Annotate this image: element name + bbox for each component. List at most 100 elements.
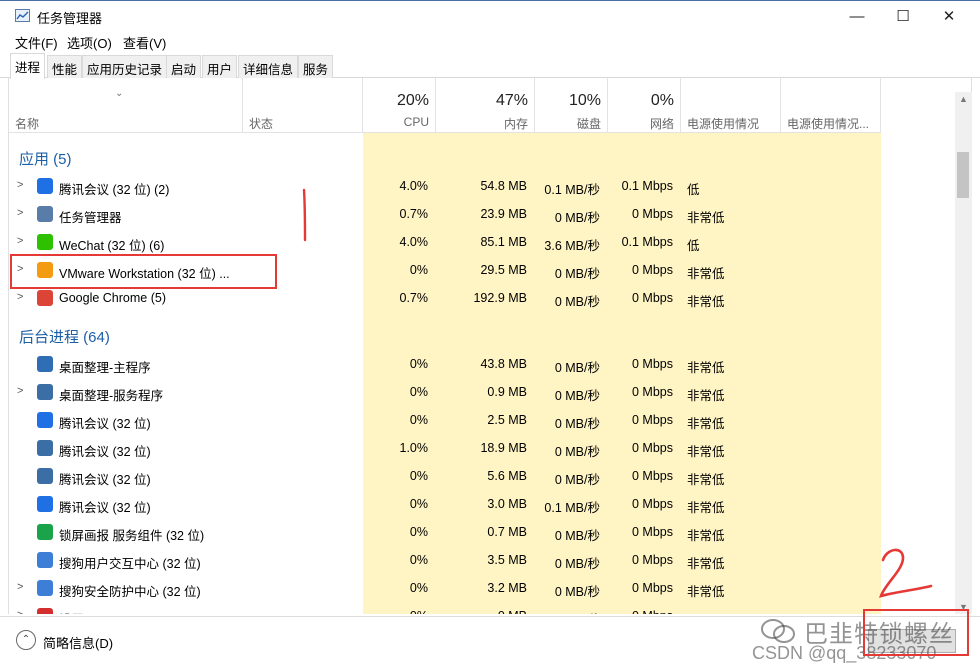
process-name: 搜狗用户交互中心 (32 位) [59, 557, 201, 571]
network-column-header[interactable]: 0% 网络 [608, 78, 681, 133]
network-value: 0 Mbps [632, 609, 673, 614]
process-name: 设置 [59, 609, 84, 614]
process-name: 腾讯会议 (32 位) (2) [59, 183, 170, 197]
power-value: 非常低 [687, 445, 725, 459]
expand-chevron-icon[interactable]: > [17, 179, 23, 191]
expand-chevron-icon[interactable]: > [17, 581, 23, 593]
tab-performance[interactable]: 性能 [47, 55, 83, 78]
memory-total: 47% [495, 92, 528, 109]
process-row[interactable]: > 设置 0% 0 MB 0 MB/秒 0 Mbps [9, 602, 957, 614]
disk-column-header[interactable]: 10% 磁盘 [535, 78, 608, 133]
cpu-value: 0% [409, 497, 428, 511]
tab-details[interactable]: 详细信息 [238, 55, 299, 78]
status-column-header[interactable]: 状态 [243, 78, 363, 133]
minimize-button[interactable]: — [834, 1, 880, 31]
power-trend-header-label: 电源使用情况... [787, 117, 870, 131]
cpu-column-header[interactable]: 20% CPU [363, 78, 436, 133]
tab-processes[interactable]: 进程 [10, 53, 46, 79]
process-name: Google Chrome (5) [59, 291, 166, 305]
network-value: 0 Mbps [632, 291, 673, 305]
power-header-label: 电源使用情况 [687, 117, 760, 131]
network-value: 0 Mbps [632, 413, 673, 427]
process-row[interactable]: 腾讯会议 (32 位) 0% 2.5 MB 0 MB/秒 0 Mbps 非常低 [9, 406, 957, 434]
network-value: 0.1 Mbps [621, 179, 673, 193]
chrome-icon [37, 290, 53, 306]
status-header-label: 状态 [249, 117, 274, 131]
process-row[interactable]: > 桌面整理-服务程序 0% 0.9 MB 0 MB/秒 0 Mbps 非常低 [9, 378, 957, 406]
expand-chevron-icon[interactable]: > [17, 235, 23, 247]
power-value: 非常低 [687, 557, 725, 571]
power-value: 非常低 [687, 211, 725, 225]
name-header-label: 名称 [15, 117, 40, 131]
chevron-down-icon: ⌄ [115, 88, 124, 99]
network-value: 0 Mbps [632, 497, 673, 511]
menu-options[interactable]: 选项(O) [67, 33, 112, 52]
network-header-label: 网络 [649, 117, 674, 131]
desktop-organizer-icon [37, 356, 53, 372]
scroll-thumb[interactable] [957, 152, 969, 198]
process-row[interactable]: 锁屏画报 服务组件 (32 位) 0% 0.7 MB 0 MB/秒 0 Mbps 非常低 [9, 518, 957, 546]
menu-view[interactable]: 查看(V) [123, 33, 166, 52]
vertical-scrollbar[interactable]: ▲ ▼ [955, 92, 972, 614]
tab-users[interactable]: 用户 [202, 55, 238, 78]
disk-value: 0 MB/秒 [554, 211, 600, 225]
memory-column-header[interactable]: 47% 内存 [436, 78, 535, 133]
settings-icon [37, 608, 53, 614]
process-row[interactable]: 搜狗用户交互中心 (32 位) 0% 3.5 MB 0 MB/秒 0 Mbps 非常低 [9, 546, 957, 574]
process-name: 腾讯会议 (32 位) [59, 417, 151, 431]
fewer-details-link[interactable]: 简略信息(D) [43, 633, 113, 652]
process-row[interactable]: 腾讯会议 (32 位) 1.0% 18.9 MB 0 MB/秒 0 Mbps 非常低 [9, 434, 957, 462]
expand-chevron-icon[interactable]: > [17, 609, 23, 614]
power-value: 非常低 [687, 501, 725, 515]
process-row[interactable]: > 腾讯会议 (32 位) (2) 4.0% 54.8 MB 0.1 MB/秒 0.1 M… [9, 172, 957, 200]
process-name: 腾讯会议 (32 位) [59, 445, 151, 459]
disk-value: 3.6 MB/秒 [544, 239, 600, 253]
expand-chevron-icon[interactable]: > [17, 207, 23, 219]
process-row[interactable]: > 任务管理器 0.7% 23.9 MB 0 MB/秒 0 Mbps 非常低 [9, 200, 957, 228]
disk-value: 0 MB/秒 [554, 267, 600, 281]
process-row[interactable]: 桌面整理-主程序 0% 43.8 MB 0 MB/秒 0 Mbps 非常低 [9, 350, 957, 378]
memory-value: 23.9 MB [480, 207, 527, 221]
power-value: 非常低 [687, 295, 725, 309]
expand-chevron-icon[interactable]: > [17, 291, 23, 303]
menu-file[interactable]: 文件(F) [15, 33, 58, 52]
cpu-total: 20% [396, 92, 429, 109]
tab-startup[interactable]: 启动 [166, 55, 202, 78]
menu-bar: 文件(F) 选项(O) 查看(V) [0, 30, 980, 52]
chevron-up-icon[interactable]: ⌃ [16, 630, 36, 650]
disk-value: 0 MB/秒 [555, 609, 600, 614]
name-column-header[interactable]: ⌄ 名称 [9, 78, 243, 133]
close-button[interactable]: ✕ [926, 1, 972, 31]
process-row[interactable]: 腾讯会议 (32 位) 0% 3.0 MB 0.1 MB/秒 0 Mbps 非常低 [9, 490, 957, 518]
cpu-value: 4.0% [399, 235, 429, 249]
network-value: 0.1 Mbps [621, 235, 673, 249]
disk-value: 0 MB/秒 [554, 361, 600, 375]
highlight-box-vmware [10, 254, 277, 289]
tab-services[interactable]: 服务 [298, 55, 334, 78]
power-trend-column-header[interactable]: 电源使用情况... [781, 78, 881, 133]
power-column-header[interactable]: 电源使用情况 [681, 78, 781, 133]
process-row[interactable]: > 搜狗安全防护中心 (32 位) 0% 3.2 MB 0 MB/秒 0 Mbps 非常低 [9, 574, 957, 602]
tencent-meeting-icon [37, 178, 53, 194]
task-manager-icon [37, 206, 53, 222]
process-row[interactable]: 腾讯会议 (32 位) 0% 5.6 MB 0 MB/秒 0 Mbps 非常低 [9, 462, 957, 490]
annotation-number [878, 548, 933, 598]
annotation-stroke [302, 188, 307, 242]
disk-total: 10% [568, 92, 601, 109]
process-name: 桌面整理-服务程序 [59, 389, 164, 403]
expand-chevron-icon[interactable]: > [17, 385, 23, 397]
disk-value: 0 MB/秒 [554, 557, 600, 571]
disk-value: 0 MB/秒 [554, 585, 600, 599]
process-row[interactable]: > WeChat (32 位) (6) 4.0% 85.1 MB 3.6 MB/秒 0.1… [9, 228, 957, 256]
scroll-up-icon[interactable]: ▲ [959, 94, 968, 104]
maximize-button[interactable]: ☐ [880, 1, 926, 31]
tab-app-history[interactable]: 应用历史记录 [82, 55, 168, 78]
cpu-value: 0% [409, 357, 428, 371]
cpu-value: 1.0% [399, 441, 429, 455]
tab-bar: 进程 性能 应用历史记录 启动 用户 详细信息 服务 [0, 52, 980, 79]
disk-value: 0 MB/秒 [554, 445, 600, 459]
memory-value: 43.8 MB [480, 357, 527, 371]
power-value: 非常低 [687, 361, 725, 375]
process-name: 腾讯会议 (32 位) [59, 501, 151, 515]
memory-value: 5.6 MB [487, 469, 527, 483]
